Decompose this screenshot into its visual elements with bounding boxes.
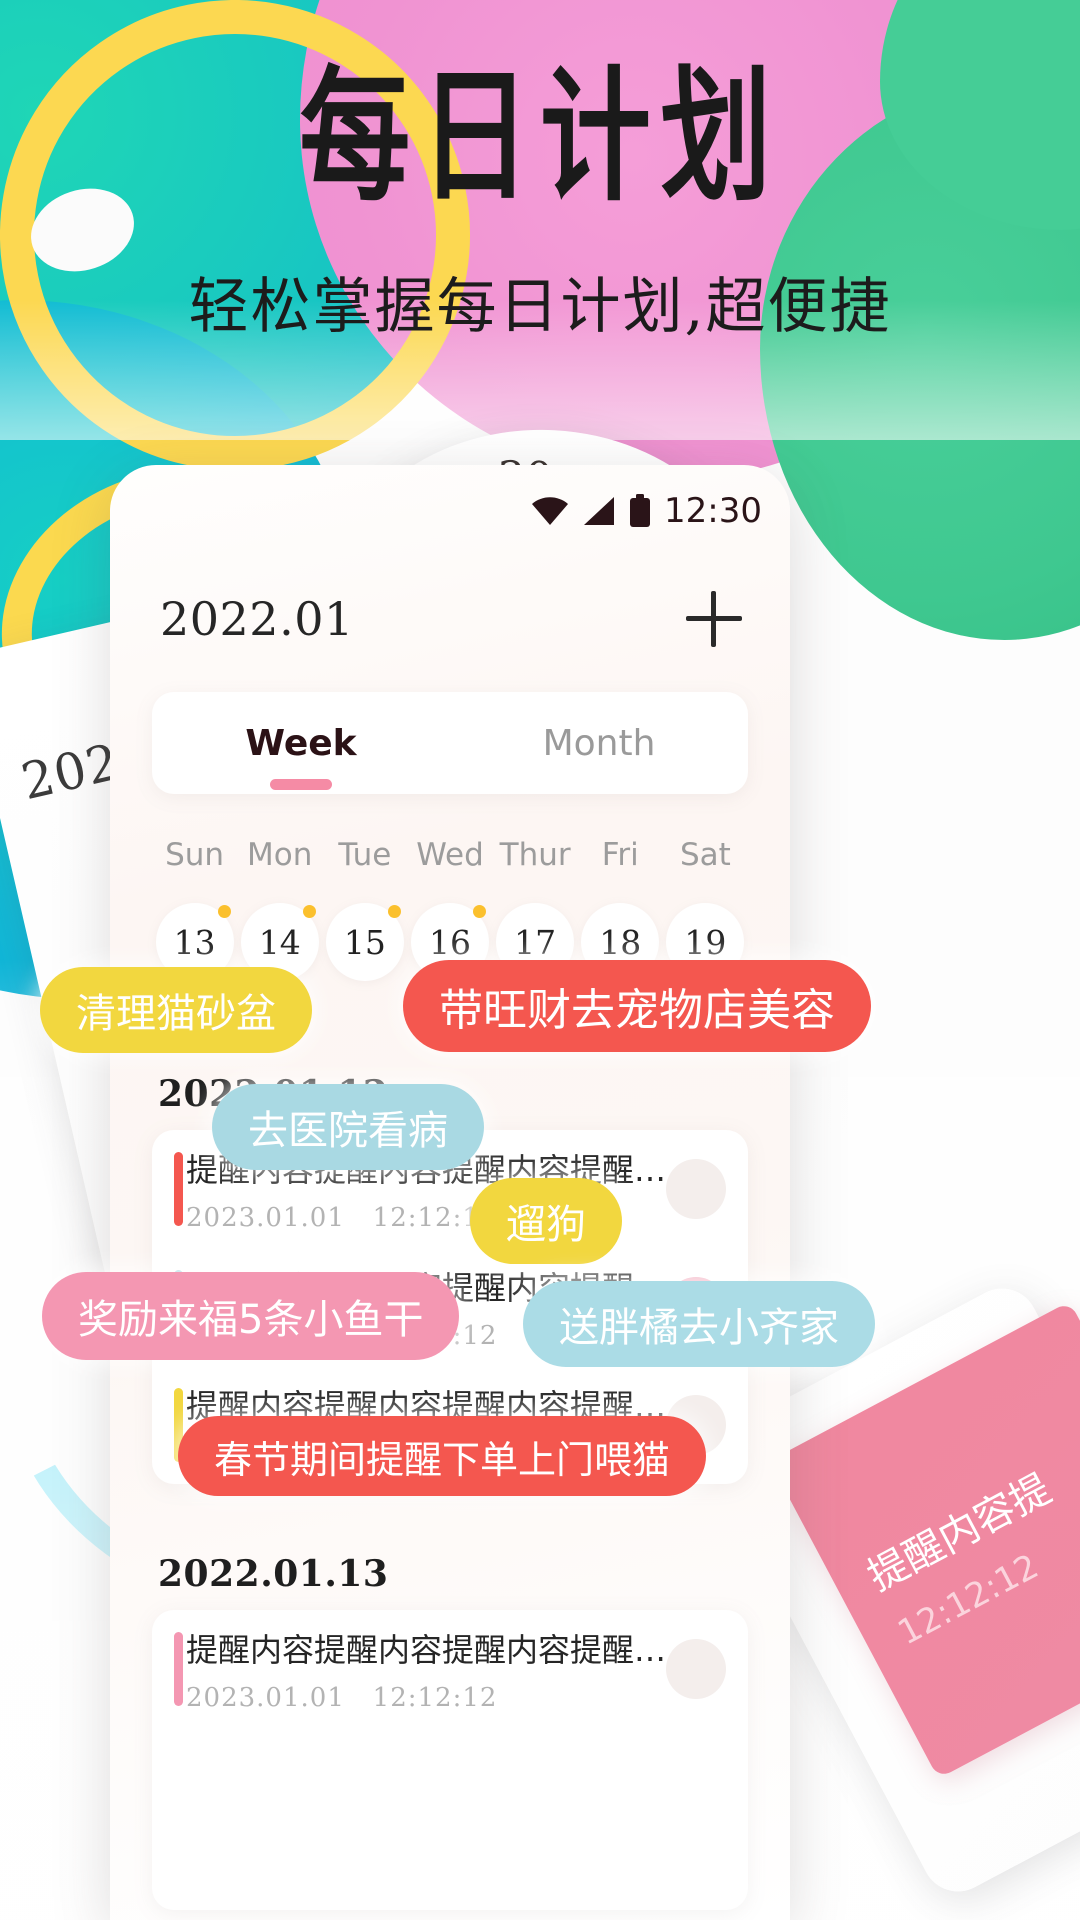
task-meta-time: 12:12:12	[372, 1683, 498, 1713]
weekday-label: Tue	[338, 837, 392, 873]
date-number: 15	[343, 922, 386, 962]
task-checkbox[interactable]	[666, 1639, 727, 1699]
weekday-label: Wed	[416, 837, 484, 873]
tab-month-label: Month	[542, 722, 656, 764]
app-header: 2022.01	[110, 577, 790, 661]
phone-mockup: 12:30 2022.01 Week Month Sun Mon Tue Wed…	[110, 465, 790, 1920]
floating-pill-fish-treat[interactable]: 奖励来福5条小鱼干	[42, 1272, 460, 1360]
floating-pill-send-cat[interactable]: 送胖橘去小齐家	[523, 1281, 875, 1367]
date-event-dot	[472, 905, 486, 918]
floating-pill-walk-dog[interactable]: 遛狗	[470, 1178, 622, 1264]
date-bubble[interactable]: 15	[325, 903, 404, 981]
task-color-bar	[174, 1152, 183, 1226]
weekday-label: Mon	[247, 837, 313, 873]
tab-month[interactable]: Month	[450, 723, 748, 764]
date-number: 16	[428, 922, 471, 962]
date-event-dot	[387, 905, 401, 918]
section-date-header: 2022.01.13	[158, 1553, 389, 1595]
wifi-icon	[532, 497, 569, 525]
date-cell: 15	[322, 903, 407, 981]
month-title: 2022.01	[160, 592, 354, 646]
page-title: 每日计划	[299, 52, 781, 221]
weekday-header: Sun Mon Tue Wed Thur Fri Sat	[152, 837, 748, 873]
tab-week-label: Week	[245, 722, 357, 764]
floating-pill-new-year-feed[interactable]: 春节期间提醒下单上门喂猫	[178, 1416, 707, 1496]
task-color-bar	[174, 1632, 183, 1706]
floating-pill-clean-litter[interactable]: 清理猫砂盆	[40, 967, 312, 1053]
tab-week[interactable]: Week	[152, 722, 450, 790]
date-event-dot	[302, 905, 316, 918]
hero-text-block: 每日计划 轻松掌握每日计划,超便捷	[0, 0, 1080, 345]
battery-icon	[630, 494, 651, 527]
weekday-label: Fri	[601, 837, 639, 873]
date-number: 17	[514, 922, 557, 962]
task-meta-date: 2023.01.01	[186, 1683, 345, 1713]
task-meta-date: 2023.01.01	[186, 1203, 345, 1233]
weekday-label: Sun	[165, 837, 225, 873]
date-number: 18	[599, 922, 642, 962]
date-number: 13	[173, 922, 216, 962]
task-meta: 2023.01.01 12:12:12	[186, 1683, 666, 1713]
task-checkbox[interactable]	[666, 1159, 727, 1219]
floating-pill-pet-grooming[interactable]: 带旺财去宠物店美容	[403, 960, 871, 1052]
date-number: 14	[258, 922, 301, 962]
task-row[interactable]: 提醒内容提醒内容提醒内容提醒… 2023.01.01 12:12:12	[152, 1610, 748, 1728]
task-text: 提醒内容提醒内容提醒内容提醒… 2023.01.01 12:12:12	[186, 1625, 666, 1713]
signal-icon	[584, 497, 615, 525]
calendar-view-toggle: Week Month	[152, 692, 748, 794]
task-card: 提醒内容提醒内容提醒内容提醒… 2023.01.01 12:12:12	[152, 1610, 748, 1910]
status-bar: 12:30	[530, 489, 762, 533]
date-event-dot	[217, 905, 231, 918]
date-number: 19	[684, 922, 727, 962]
status-bar-time: 12:30	[664, 491, 762, 531]
weekday-label: Thur	[499, 837, 571, 873]
task-title: 提醒内容提醒内容提醒内容提醒…	[186, 1631, 667, 1669]
tab-active-indicator	[270, 778, 332, 790]
plus-icon[interactable]	[686, 591, 742, 647]
page-subtitle: 轻松掌握每日计划,超便捷	[188, 271, 892, 342]
floating-pill-hospital[interactable]: 去医院看病	[212, 1084, 484, 1170]
weekday-label: Sat	[679, 837, 731, 873]
